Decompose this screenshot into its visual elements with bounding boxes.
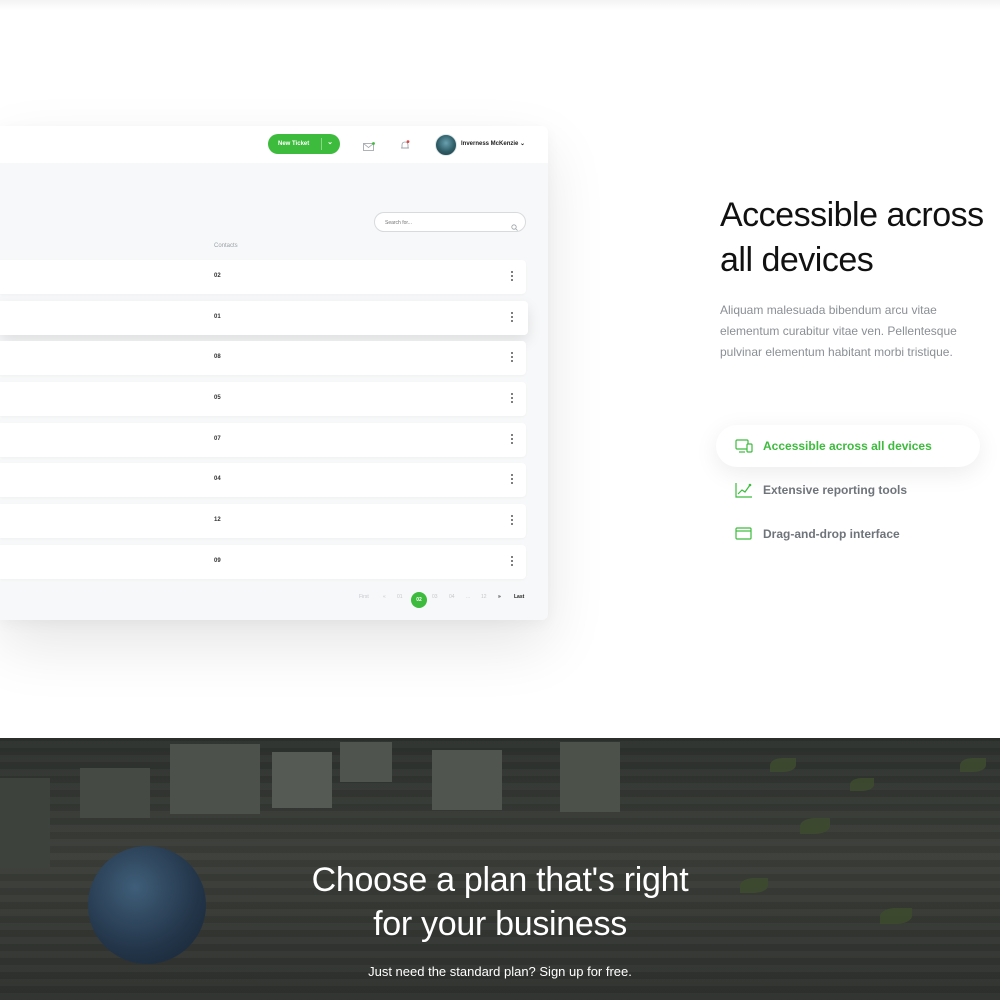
table-row[interactable]: 02 — [0, 260, 526, 294]
devices-icon — [735, 438, 753, 454]
contacts-value: 07 — [214, 436, 221, 442]
avatar[interactable] — [435, 134, 457, 156]
pricing-hero: Choose a plan that's right for your busi… — [0, 738, 1000, 1000]
background-photo — [960, 758, 986, 772]
feature-label: Drag-and-drop interface — [763, 527, 900, 541]
pagination-first[interactable]: First — [359, 594, 369, 600]
background-photo — [850, 778, 874, 791]
feature-description: Aliquam malesuada bibendum arcu vitae el… — [720, 303, 957, 359]
pagination-next[interactable]: » — [498, 594, 501, 600]
dashboard-mockup: New Ticket ⌄ Inverness McKenzie ⌄ Contac… — [0, 126, 548, 620]
feature-item-reporting[interactable]: Extensive reporting tools — [735, 481, 907, 499]
table-row[interactable]: 07 — [0, 423, 526, 457]
pricing-subtitle: Just need the standard plan? Sign up for… — [368, 964, 632, 979]
table-row[interactable]: 05 — [0, 382, 526, 416]
contacts-value: 08 — [214, 354, 221, 360]
feature-item-drag-drop[interactable]: Drag-and-drop interface — [735, 525, 900, 543]
user-name: Inverness McKenzie — [461, 141, 519, 147]
search-icon[interactable] — [511, 218, 518, 236]
pagination-prev[interactable]: « — [383, 594, 386, 600]
more-options-icon[interactable] — [511, 312, 514, 324]
feature-item-devices[interactable]: Accessible across all devices — [735, 437, 932, 455]
background-photo — [560, 742, 620, 812]
pagination-page[interactable]: 04 — [449, 594, 455, 600]
feature-label: Extensive reporting tools — [763, 483, 908, 497]
background-photo — [770, 758, 796, 772]
contacts-value: 12 — [214, 517, 221, 523]
pagination-last[interactable]: Last — [514, 594, 524, 600]
pricing-title: Choose a plan that's right for your busi… — [0, 858, 1000, 946]
contacts-value: 04 — [214, 476, 221, 482]
table-row[interactable]: 12 — [0, 504, 526, 538]
window-icon — [735, 526, 753, 542]
feature-headline: Accessible across all devices — [720, 193, 990, 283]
pagination-page-active[interactable]: 02 — [411, 592, 427, 608]
more-options-icon[interactable] — [511, 271, 514, 283]
feature-label: Accessible across all devices — [763, 439, 932, 453]
new-ticket-button[interactable]: New Ticket ⌄ — [268, 134, 340, 154]
contacts-value: 01 — [214, 314, 221, 320]
chevron-down-icon: ⌄ — [520, 141, 526, 147]
more-options-icon[interactable] — [511, 434, 514, 446]
more-options-icon[interactable] — [511, 352, 514, 364]
background-photo — [272, 752, 332, 808]
table-row[interactable]: 08 — [0, 341, 526, 375]
dashboard-topbar: New Ticket ⌄ Inverness McKenzie ⌄ — [0, 126, 548, 163]
search-box — [374, 212, 526, 232]
background-photo — [80, 768, 150, 818]
new-ticket-label: New Ticket — [278, 141, 310, 147]
table-row[interactable]: 01 — [0, 301, 528, 335]
pricing-title-line: for your business — [373, 905, 627, 943]
pricing-title-line: Choose a plan that's right — [311, 861, 689, 899]
background-photo — [0, 778, 50, 868]
chart-icon — [735, 482, 753, 498]
headline-line: all devices — [720, 241, 874, 279]
pagination-page[interactable]: 03 — [432, 594, 438, 600]
contacts-column-header[interactable]: Contacts — [214, 243, 238, 249]
headline-line: Accessible across — [720, 196, 984, 234]
mail-icon[interactable] — [363, 139, 375, 157]
chevron-down-icon[interactable]: ⌄ — [327, 138, 333, 146]
button-divider — [321, 138, 322, 150]
more-options-icon[interactable] — [511, 393, 514, 405]
contacts-value: 09 — [214, 558, 221, 564]
pagination-page[interactable]: 01 — [397, 594, 403, 600]
background-photo — [800, 818, 830, 834]
contacts-value: 02 — [214, 273, 221, 279]
table-row[interactable]: 04 — [0, 463, 526, 497]
search-input[interactable] — [383, 217, 507, 229]
bell-icon[interactable] — [400, 138, 410, 156]
background-photo — [170, 744, 260, 814]
pagination-page[interactable]: 12 — [481, 594, 487, 600]
more-options-icon[interactable] — [511, 474, 514, 486]
more-options-icon[interactable] — [511, 515, 514, 527]
more-options-icon[interactable] — [511, 556, 514, 568]
background-photo — [432, 750, 502, 810]
table-row[interactable]: 09 — [0, 545, 526, 579]
pagination-ellipsis: ... — [466, 594, 471, 600]
user-menu[interactable]: Inverness McKenzie ⌄ — [461, 140, 525, 147]
contacts-value: 05 — [214, 395, 221, 401]
top-fade — [0, 0, 1000, 10]
background-photo — [340, 742, 392, 782]
